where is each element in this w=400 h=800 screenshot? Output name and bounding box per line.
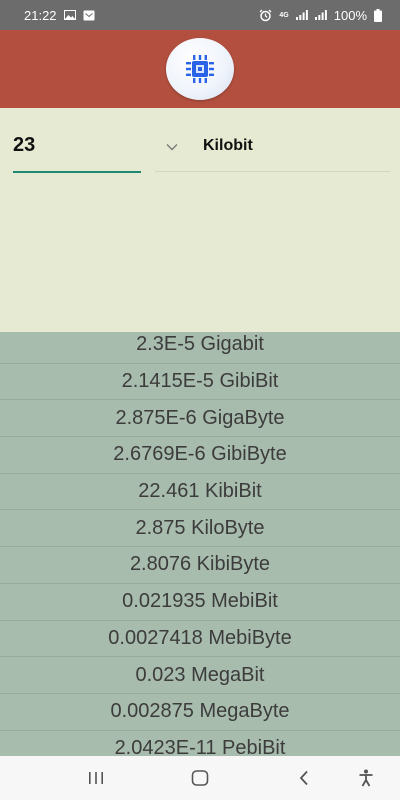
list-item: 0.0027418 MebiByte — [0, 621, 400, 658]
message-icon — [83, 10, 95, 21]
status-bar: 21:22 4G 100% — [0, 0, 400, 30]
list-item: 0.023 MegaBit — [0, 657, 400, 694]
signal-icon-2 — [314, 10, 327, 20]
gallery-icon — [63, 10, 76, 20]
app-screen: 21:22 4G 100% 23 Kilobit 2.3E-5 Gigabit … — [0, 0, 400, 800]
list-item: 2.8076 KibiByte — [0, 547, 400, 584]
back-icon[interactable] — [274, 756, 334, 800]
list-item: 2.0423E-11 PebiBit — [0, 731, 400, 756]
app-header — [0, 30, 400, 108]
network-type-label: 4G — [279, 11, 289, 19]
list-item: 2.875E-6 GigaByte — [0, 400, 400, 438]
battery-text: 100% — [333, 7, 367, 23]
converter-input-area: Kilobit — [0, 108, 400, 332]
list-item: 2.3E-5 Gigabit — [0, 332, 400, 364]
results-list[interactable]: 2.3E-5 Gigabit 2.1415E-5 GibiBit 2.875E-… — [0, 332, 400, 756]
list-item: 2.6769E-6 GibiByte — [0, 437, 400, 474]
chevron-down-icon — [155, 143, 189, 151]
list-item: 22.461 KibiBit — [0, 474, 400, 511]
selected-unit-label: Kilobit — [203, 137, 253, 154]
system-nav-bar — [0, 756, 400, 800]
list-item: 0.021935 MebiBit — [0, 584, 400, 621]
unit-dropdown[interactable]: Kilobit — [155, 125, 390, 172]
list-item: 2.1415E-5 GibiBit — [0, 364, 400, 401]
cpu-chip-icon — [166, 38, 234, 100]
signal-icon — [295, 10, 308, 20]
battery-icon — [374, 8, 382, 22]
accessibility-icon[interactable] — [336, 756, 396, 800]
status-time: 21:22 — [24, 7, 57, 23]
list-item: 0.002875 MegaByte — [0, 694, 400, 731]
value-input[interactable] — [13, 125, 141, 173]
home-icon[interactable] — [170, 756, 230, 800]
list-item: 2.875 KiloByte — [0, 510, 400, 548]
recent-apps-icon[interactable] — [66, 756, 126, 800]
alarm-icon — [259, 9, 272, 22]
